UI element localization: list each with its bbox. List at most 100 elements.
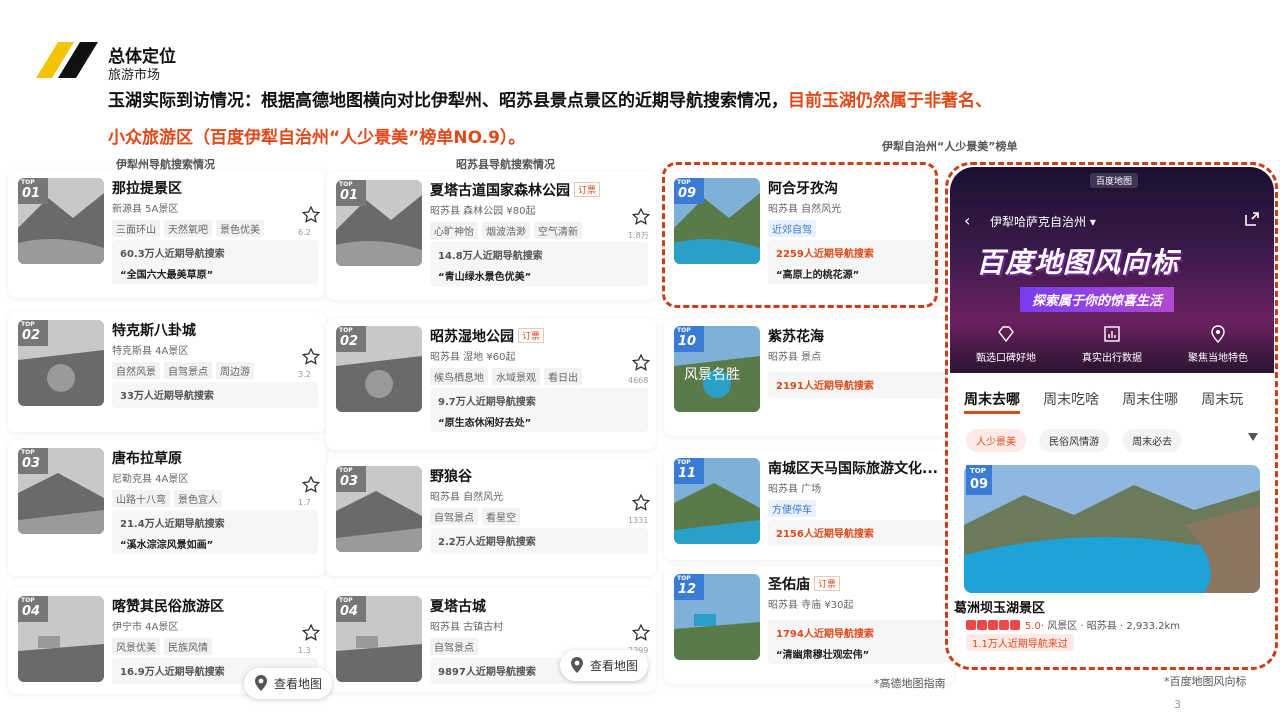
list-item[interactable]: TOP 01 那拉提景区 新源县 5A景区 三面环山 天然氧吧 景色优美 60.3万人近期导航…: [8, 170, 326, 298]
list-item[interactable]: TOP 12 圣佑庙 订票 昭苏县 寺庙 ¥30起 1794人近期导航搜索 “清幽肃穆壮观宏…: [664, 566, 954, 684]
nav-info-box: 9.7万人近期导航搜索 “原生态休闲好去处”: [430, 388, 648, 432]
nav-info-box: 2.2万人近期导航搜索: [430, 528, 648, 554]
list-item[interactable]: TOP 11 南城区天马国际旅游文化... 昭苏县 广场 方便停车 2156人近期导航搜索: [664, 450, 954, 560]
rank-badge: TOP 10: [674, 326, 704, 352]
ticket-badge[interactable]: 订票: [518, 328, 545, 343]
nav-info-box: 1794人近期导航搜索 “清幽肃穆壮观宏伟”: [768, 620, 946, 664]
spot-thumbnail[interactable]: TOP 12: [674, 574, 760, 660]
list-item[interactable]: TOP 03 野狼谷 昭苏县 自然风光 自驾景点 看星空 2.2万人近期导航搜索 1331: [326, 458, 656, 576]
nav-search-count: 2191人近期导航搜索: [776, 381, 874, 392]
spot-name[interactable]: 昭苏湿地公园 订票: [430, 326, 545, 346]
spot-thumbnail[interactable]: TOP 01: [18, 178, 104, 264]
spot-name[interactable]: 唐布拉草原: [112, 448, 182, 468]
tag: 水域景观: [492, 368, 540, 385]
spot-name[interactable]: 夏塔古城: [430, 596, 486, 616]
tag-list: 山路十八弯 景色宜人: [112, 488, 226, 507]
tag: 方便停车: [768, 500, 816, 517]
spot-name[interactable]: 紫苏花海: [768, 326, 824, 346]
spot-thumbnail[interactable]: TOP 04: [336, 596, 422, 682]
favorite-star-icon[interactable]: [632, 354, 650, 372]
favorite-star-icon[interactable]: [302, 348, 320, 366]
nav-info-box: 33万人近期导航搜索: [112, 382, 318, 408]
spot-name[interactable]: 那拉提景区: [112, 178, 182, 198]
spot-quote: “青山绿水景色优美”: [438, 272, 532, 283]
nav-info-box: 60.3万人近期导航搜索 “全国六大最美草原”: [112, 240, 318, 284]
rank-badge: TOP 04: [18, 596, 48, 622]
spot-name-text: 那拉提景区: [112, 181, 182, 197]
spot-name-text: 唐布拉草原: [112, 451, 182, 467]
tag: 风景优美: [112, 638, 160, 655]
spot-name-text: 昭苏湿地公园: [430, 329, 514, 345]
rank-number: 02: [22, 328, 41, 343]
rank-badge: TOP 03: [336, 466, 366, 492]
list-item[interactable]: TOP 03 唐布拉草原尼勒克县 4A景区山路十八弯 景色宜人 21.4万人近期导航搜索…: [8, 440, 326, 576]
spot-thumbnail[interactable]: TOP 02: [336, 326, 422, 412]
favorite-count: 1.7: [298, 498, 311, 507]
tag-list: 自然风景 自驾景点 周边游: [112, 360, 258, 379]
rank-top-label: TOP: [677, 575, 691, 582]
nav-search-count: 60.3万人近期导航搜索: [120, 249, 225, 260]
view-map-button-2[interactable]: 查看地图: [560, 650, 649, 681]
tag: 看星空: [482, 508, 520, 525]
spot-meta: 尼勒克县 4A景区: [112, 474, 189, 485]
tag: 景色宜人: [174, 490, 222, 507]
favorite-star-icon[interactable]: [302, 206, 320, 224]
view-map-button[interactable]: 查看地图: [244, 668, 333, 699]
thumb-caption: 风景名胜: [684, 367, 740, 383]
rank-badge: TOP 11: [674, 458, 704, 484]
caption-baidu: 伊犁自治州“人少景美”榜单: [882, 140, 1018, 153]
spot-meta: 昭苏县 自然风光: [430, 492, 504, 503]
rank-top-label: TOP: [21, 597, 35, 604]
view-map-label: 查看地图: [590, 659, 639, 673]
list-item[interactable]: TOP 01 夏塔古道国家森林公园 订票 昭苏县 森林公园 ¥80起 心旷神怡 烟波浩渺 空气…: [326, 172, 656, 300]
tag: 心旷神怡: [430, 222, 478, 239]
spot-name-text: 夏塔古城: [430, 599, 486, 615]
tag: 看日出: [544, 368, 582, 385]
rank-top-label: TOP: [21, 449, 35, 456]
highlight-frame-rank-09: [662, 162, 938, 308]
favorite-star-icon[interactable]: [302, 624, 320, 642]
rank-top-label: TOP: [21, 179, 35, 186]
spot-name[interactable]: 喀赞其民俗旅游区: [112, 596, 224, 616]
spot-name[interactable]: 野狼谷: [430, 466, 472, 486]
rank-badge: TOP 02: [18, 320, 48, 346]
nav-info-box: 2156人近期导航搜索: [768, 520, 946, 546]
rank-number: 01: [22, 186, 41, 201]
spot-thumbnail[interactable]: TOP 11: [674, 458, 760, 544]
spot-name[interactable]: 特克斯八卦城: [112, 320, 196, 340]
list-item[interactable]: TOP 02 特克斯八卦城 特克斯县 4A景区 自然风景 自驾景点 周边游 33万人近期导航搜…: [8, 312, 326, 432]
spot-name[interactable]: 南城区天马国际旅游文化...: [768, 458, 938, 478]
rank-badge: TOP 12: [674, 574, 704, 600]
favorite-star-icon[interactable]: [632, 208, 650, 226]
spot-meta: 新源县 5A景区: [112, 204, 179, 215]
source-note-baidu: *百度地图风向标: [1164, 675, 1247, 688]
favorite-star-icon[interactable]: [302, 476, 320, 494]
rank-top-label: TOP: [21, 321, 35, 328]
lead-highlight: 目前玉湖仍然属于非著名、: [788, 91, 992, 111]
spot-meta: 昭苏县 古镇古村: [430, 622, 504, 633]
tag: 烟波浩渺: [482, 222, 530, 239]
nav-search-count: 9.7万人近期导航搜索: [438, 397, 536, 408]
nav-search-count: 21.4万人近期导航搜索: [120, 519, 225, 530]
page-number: 3: [1174, 698, 1181, 711]
rank-top-label: TOP: [339, 181, 353, 188]
list-item[interactable]: TOP 02 昭苏湿地公园 订票 昭苏县 湿地 ¥60起 候鸟栖息地 水域景观 看日出 9.7万…: [326, 318, 656, 450]
favorite-star-icon[interactable]: [632, 624, 650, 642]
nav-search-count: 2.2万人近期导航搜索: [438, 537, 536, 548]
spot-thumbnail[interactable]: TOP 03: [18, 448, 104, 534]
favorite-star-icon[interactable]: [632, 494, 650, 512]
spot-name-text: 南城区天马国际旅游文化...: [768, 461, 938, 477]
ticket-badge[interactable]: 订票: [814, 576, 841, 591]
spot-thumbnail[interactable]: TOP 02: [18, 320, 104, 406]
list-item[interactable]: TOP 10 风景名胜 紫苏花海 昭苏县 景点 2191人近期导航搜索: [664, 318, 954, 436]
ticket-badge[interactable]: 订票: [574, 182, 601, 197]
spot-name[interactable]: 夏塔古道国家森林公园 订票: [430, 180, 601, 200]
spot-thumbnail[interactable]: TOP 01: [336, 180, 422, 266]
highlight-frame-phone: [945, 162, 1278, 670]
spot-name[interactable]: 圣佑庙 订票: [768, 574, 841, 594]
caption-zhaosu: 昭苏县导航搜索情况: [456, 158, 555, 171]
spot-thumbnail[interactable]: TOP 10 风景名胜: [674, 326, 760, 412]
spot-thumbnail[interactable]: TOP 03: [336, 466, 422, 552]
rank-number: 04: [340, 604, 359, 619]
spot-thumbnail[interactable]: TOP 04: [18, 596, 104, 682]
